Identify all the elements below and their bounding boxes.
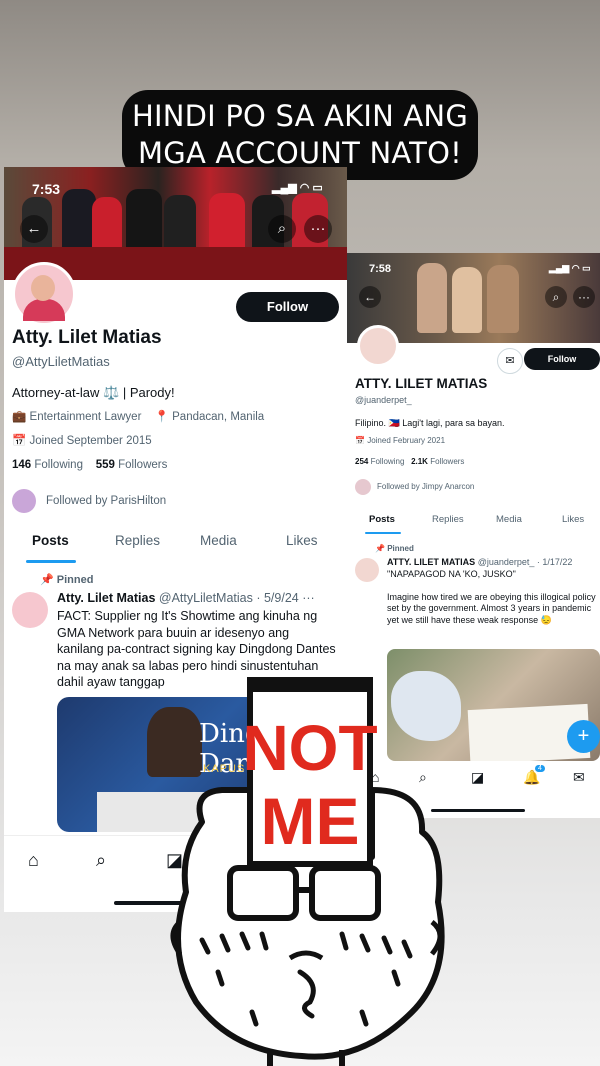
- tab-media[interactable]: Media: [496, 514, 522, 525]
- left-post-header: Atty. Lilet Matias @AttyLiletMatias · 5/…: [57, 591, 315, 605]
- left-followers-count[interactable]: 559: [96, 459, 115, 471]
- compose-icon[interactable]: ◪: [471, 769, 484, 786]
- right-status-icons: ▂▄▆ ◠ ▭: [549, 263, 591, 273]
- back-arrow-icon[interactable]: ←: [20, 215, 48, 243]
- right-followers-count[interactable]: 2.1K: [411, 457, 428, 466]
- left-followed-by-text: Followed by ParisHilton: [46, 495, 167, 508]
- left-post-handle-date: @AttyLiletMatias · 5/9/24: [158, 591, 299, 605]
- right-joined: Joined February 2021: [367, 436, 446, 445]
- search-icon[interactable]: ⌕: [545, 286, 567, 308]
- left-meta-row: 💼 Entertainment Lawyer 📍 Pandacan, Manil…: [12, 409, 264, 423]
- search-icon[interactable]: ⌕: [96, 850, 106, 871]
- right-post-body: "NAPAPAGOD NA 'KO, JUSKO" Imagine how ti…: [387, 569, 597, 626]
- briefcase-icon: 💼: [12, 411, 27, 423]
- left-profile-tabs: Posts Replies Media Likes: [4, 533, 347, 567]
- right-status-time: 7:58: [369, 263, 392, 275]
- follower-avatar: [355, 479, 371, 495]
- back-arrow-icon[interactable]: ←: [359, 286, 381, 308]
- sticker-text-not: NOT: [242, 712, 377, 784]
- right-follow-button[interactable]: Follow: [524, 348, 600, 370]
- left-handle: @AttyLiletMatias: [12, 354, 110, 369]
- right-followers-label[interactable]: Followers: [430, 457, 464, 466]
- right-followed-by-text: Followed by Jimpy Anarcon: [377, 482, 475, 492]
- right-display-name: ATTY. LILET MATIAS: [355, 376, 488, 391]
- left-stats: 146 Following 559 Followers: [12, 459, 167, 471]
- notification-badge: 4: [535, 765, 545, 772]
- more-options-icon[interactable]: ···: [304, 215, 332, 243]
- calendar-icon: 📅: [355, 436, 365, 445]
- left-follow-button[interactable]: Follow: [236, 292, 339, 322]
- tab-media[interactable]: Media: [200, 533, 237, 548]
- left-post-name: Atty. Lilet Matias: [57, 591, 156, 605]
- right-profile-tabs: Posts Replies Media Likes: [347, 514, 600, 538]
- compose-plus-icon[interactable]: +: [567, 720, 600, 753]
- left-profile-banner: 7:53 ▂▄▆ ◠ ▭ ← ⌕ ···: [4, 167, 347, 280]
- left-following-count[interactable]: 146: [12, 459, 31, 471]
- left-pinned-label: 📌 Pinned: [40, 574, 94, 586]
- right-stats: 254 Following 2.1K Followers: [355, 457, 464, 466]
- not-me-sticker: NOT ME: [170, 677, 445, 1066]
- right-post-quote: "NAPAPAGOD NA 'KO, JUSKO": [387, 569, 516, 579]
- calendar-icon: 📅: [12, 435, 27, 447]
- tab-replies[interactable]: Replies: [432, 514, 464, 525]
- left-post-avatar[interactable]: [12, 592, 48, 628]
- headline-line-1: HINDI PO SA AKIN ANG: [131, 99, 468, 133]
- tab-replies[interactable]: Replies: [115, 533, 160, 548]
- right-post-handle-date: @juanderpet_ · 1/17/22: [477, 557, 573, 567]
- right-handle: @juanderpet_: [355, 395, 412, 405]
- tab-likes[interactable]: Likes: [286, 533, 318, 548]
- right-post-header: ATTY. LILET MATIAS @juanderpet_ · 1/17/2…: [387, 557, 572, 567]
- sticker-text-me: ME: [261, 784, 360, 858]
- right-followed-by[interactable]: Followed by Jimpy Anarcon: [355, 479, 474, 495]
- mail-icon[interactable]: ✉: [573, 769, 585, 786]
- left-status-icons: ▂▄▆ ◠ ▭: [272, 182, 323, 194]
- search-icon[interactable]: ⌕: [268, 215, 296, 243]
- tab-posts[interactable]: Posts: [369, 514, 395, 525]
- right-following-label[interactable]: Following: [371, 457, 405, 466]
- tab-likes[interactable]: Likes: [562, 514, 584, 525]
- right-post-text: Imagine how tired we are obeying this il…: [387, 591, 596, 625]
- right-profile-avatar[interactable]: [357, 325, 399, 367]
- left-status-time: 7:53: [32, 181, 61, 197]
- message-icon[interactable]: ✉: [497, 348, 523, 374]
- right-post-avatar[interactable]: [355, 558, 379, 582]
- left-display-name: Atty. Lilet Matias: [12, 327, 162, 348]
- left-category: Entertainment Lawyer: [29, 411, 142, 423]
- home-icon[interactable]: ⌂: [28, 850, 39, 871]
- active-tab-indicator: [26, 560, 76, 563]
- right-joined-row: 📅 Joined February 2021: [355, 436, 445, 445]
- more-options-icon[interactable]: ···: [573, 286, 595, 308]
- left-bio: Attorney-at-law ⚖️ | Parody!: [12, 385, 175, 400]
- follower-avatar: [12, 489, 36, 513]
- active-tab-indicator: [365, 532, 401, 534]
- left-joined-row: 📅 Joined September 2015: [12, 433, 152, 447]
- left-followers-label[interactable]: Followers: [118, 459, 167, 471]
- location-pin-icon: 📍: [154, 411, 169, 423]
- right-pinned-label: 📌 Pinned: [375, 544, 414, 553]
- left-profile-avatar[interactable]: [12, 262, 76, 326]
- tab-posts[interactable]: Posts: [32, 533, 69, 548]
- left-joined: Joined September 2015: [29, 435, 152, 447]
- right-post-name: ATTY. LILET MATIAS: [387, 557, 476, 567]
- left-location: Pandacan, Manila: [172, 411, 265, 423]
- left-followed-by[interactable]: Followed by ParisHilton: [12, 489, 166, 513]
- left-post-more-icon[interactable]: ···: [302, 591, 315, 605]
- right-bio: Filipino. 🇵🇭 Lagi't lagi, para sa bayan.: [355, 418, 505, 428]
- left-following-label[interactable]: Following: [34, 459, 83, 471]
- right-following-count[interactable]: 254: [355, 457, 368, 466]
